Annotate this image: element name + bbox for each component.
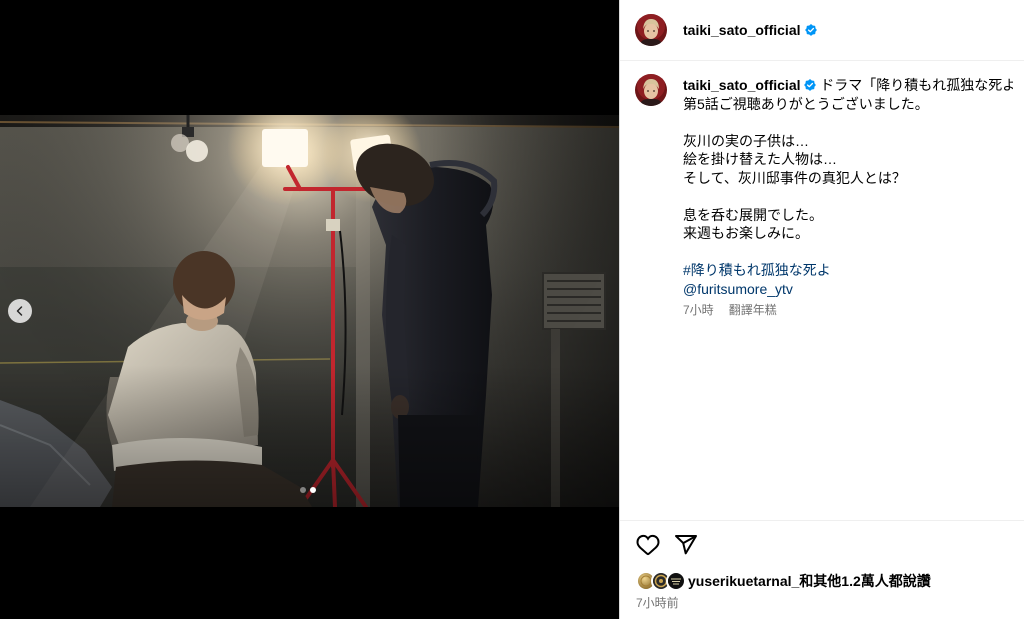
likes-summary: yuserikuetarnal_和其他1.2萬人都說讚 [636, 571, 931, 591]
translate-button[interactable]: 翻譯年糕 [729, 302, 777, 318]
post-timestamp[interactable]: 7小時前 [636, 595, 679, 611]
liker-avatar[interactable] [666, 571, 686, 591]
share-icon [675, 535, 697, 555]
caption-line: 来週もお楽しみに。 [683, 225, 809, 241]
caption-lead-text: ドラマ「降り積もれ孤独な死よ」 [820, 77, 1013, 93]
first-liker-username[interactable]: yuserikuetarnal_ [688, 573, 799, 589]
caption-meta: 7小時 翻譯年糕 [683, 302, 1013, 318]
carousel-indicator [300, 487, 316, 493]
photo-seated-hair [173, 251, 235, 315]
header-username[interactable]: taiki_sato_official [683, 22, 801, 38]
caption-links: #降り積もれ孤独な死よ @furitsumore_ytv [683, 261, 1013, 298]
photo-work-lamp-left [262, 129, 308, 167]
post-header: taiki_sato_official [620, 0, 1024, 61]
caption-line: 灰川の実の子供は… [683, 132, 809, 149]
profile-avatar[interactable] [635, 14, 667, 46]
hashtag-link[interactable]: #降り積もれ孤独な死よ [683, 262, 831, 278]
heart-icon [636, 534, 660, 556]
photo-stand-clamp [326, 219, 340, 231]
caption-line: 息を呑む展開でした。 [683, 206, 823, 223]
caption-avatar[interactable] [635, 74, 667, 106]
post-actions-section: yuserikuetarnal_和其他1.2萬人都說讚 7小時前 [620, 520, 1024, 619]
likes-others-text[interactable]: 和其他1.2萬人都說讚 [799, 573, 930, 589]
caption-username[interactable]: taiki_sato_official [683, 77, 801, 93]
chevron-left-icon [16, 306, 23, 316]
caption-line: 第5話ご視聴ありがとうございました。 [683, 95, 929, 112]
photo-bottom-vignette [0, 365, 619, 507]
like-button[interactable] [636, 533, 660, 557]
caption-paragraph: taiki_sato_official ドラマ「降り積もれ孤独な死よ」 第5話ご… [683, 76, 1013, 113]
carousel-dot [300, 487, 306, 493]
caption-line: 絵を掛け替えた人物は… [683, 151, 837, 167]
photo-scene [0, 115, 619, 507]
mention-link[interactable]: @furitsumore_ytv [683, 281, 793, 297]
caption-text: taiki_sato_official ドラマ「降り積もれ孤独な死よ」 第5話ご… [683, 76, 1013, 318]
caption-age[interactable]: 7小時 [683, 302, 714, 318]
share-button[interactable] [674, 533, 698, 557]
caption-line: taiki_sato_official ドラマ「降り積もれ孤独な死よ」 [683, 76, 1013, 95]
caption-line: そして、灰川邸事件の真犯人とは？ [683, 169, 906, 186]
caption-paragraph: 息を呑む展開でした。 来週もお楽しみに。 [683, 206, 1013, 243]
caption-paragraph: 灰川の実の子供は… 絵を掛け替えた人物は… そして、灰川邸事件の真犯人とは？ [683, 132, 1013, 188]
post-photo[interactable] [0, 115, 619, 507]
likes-text[interactable]: yuserikuetarnal_和其他1.2萬人都說讚 [688, 571, 931, 591]
verified-badge-icon [804, 79, 816, 91]
media-viewer [0, 0, 619, 619]
verified-badge-icon [804, 24, 817, 36]
carousel-dot [310, 487, 316, 493]
header-name-row: taiki_sato_official [683, 21, 817, 39]
carousel-prev-button[interactable] [8, 299, 32, 323]
post-details-panel: taiki_sato_official taiki_sato_official … [619, 0, 1024, 619]
